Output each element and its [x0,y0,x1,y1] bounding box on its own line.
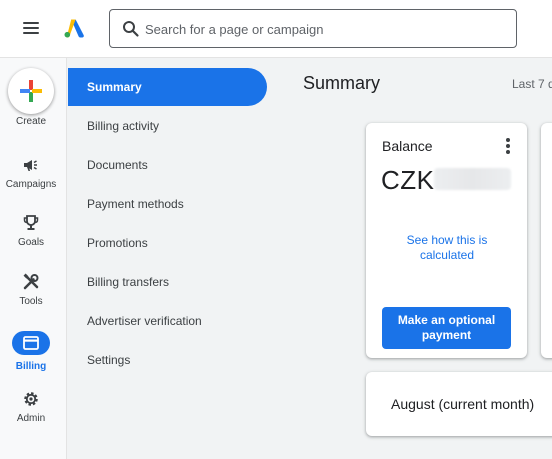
subnav-item-billing-transfers[interactable]: Billing transfers [68,263,267,301]
page-title: Summary [303,73,381,93]
credit-card-icon [23,336,39,350]
plus-icon [20,80,42,102]
month-card-title: August (current month) [391,396,535,412]
rail-item-label: Tools [19,296,43,307]
next-card-partial [541,123,552,358]
create-button[interactable] [8,68,54,114]
subnav-item-settings[interactable]: Settings [68,341,267,379]
subnav-item-documents[interactable]: Documents [68,146,267,184]
balance-title: Balance [382,138,433,154]
more-options-icon[interactable] [502,137,514,155]
subnav-item-payment-methods[interactable]: Payment methods [68,185,267,223]
rail-item-label: Goals [17,237,45,248]
see-how-calculated-link[interactable]: See how this is calculated [392,233,502,263]
trophy-icon [23,215,39,230]
billing-subnav: Summary Billing activity Documents Payme… [68,58,284,459]
make-payment-button[interactable]: Make an optional payment [382,307,511,349]
subnav-item-billing-activity[interactable]: Billing activity [68,107,267,145]
hamburger-menu-icon[interactable] [20,17,42,39]
redacted-balance-amount [434,168,511,190]
tools-icon [23,273,39,290]
rail-item-billing[interactable]: Billing [0,331,62,387]
gear-icon [24,392,38,406]
google-ads-logo-icon[interactable] [62,16,86,40]
current-month-card: August (current month) [366,372,552,436]
rail-item-label: Admin [16,413,46,424]
search-box[interactable] [109,9,517,48]
megaphone-icon [24,160,37,171]
subnav-item-promotions[interactable]: Promotions [68,224,267,262]
balance-currency: CZK [381,165,435,195]
top-bar [0,0,552,58]
rail-item-admin[interactable]: Admin [0,389,62,439]
balance-card: Balance CZK See how this is calculated M… [366,123,527,358]
search-icon [123,21,139,37]
search-input[interactable] [145,18,505,40]
rail-item-goals[interactable]: Goals [0,213,62,263]
subnav-item-summary[interactable]: Summary [68,68,267,106]
subnav-item-advertiser-verification[interactable]: Advertiser verification [68,302,267,340]
rail-item-campaigns[interactable]: Campaigns [0,155,62,205]
rail-item-label: Billing [15,361,47,372]
rail-item-tools[interactable]: Tools [0,272,62,322]
create-label: Create [15,116,46,127]
rail-item-label: Campaigns [5,179,57,190]
left-rail: Create Campaigns Goals Tools Billing Adm… [0,58,67,459]
date-range-selector[interactable]: Last 7 d [512,77,552,91]
